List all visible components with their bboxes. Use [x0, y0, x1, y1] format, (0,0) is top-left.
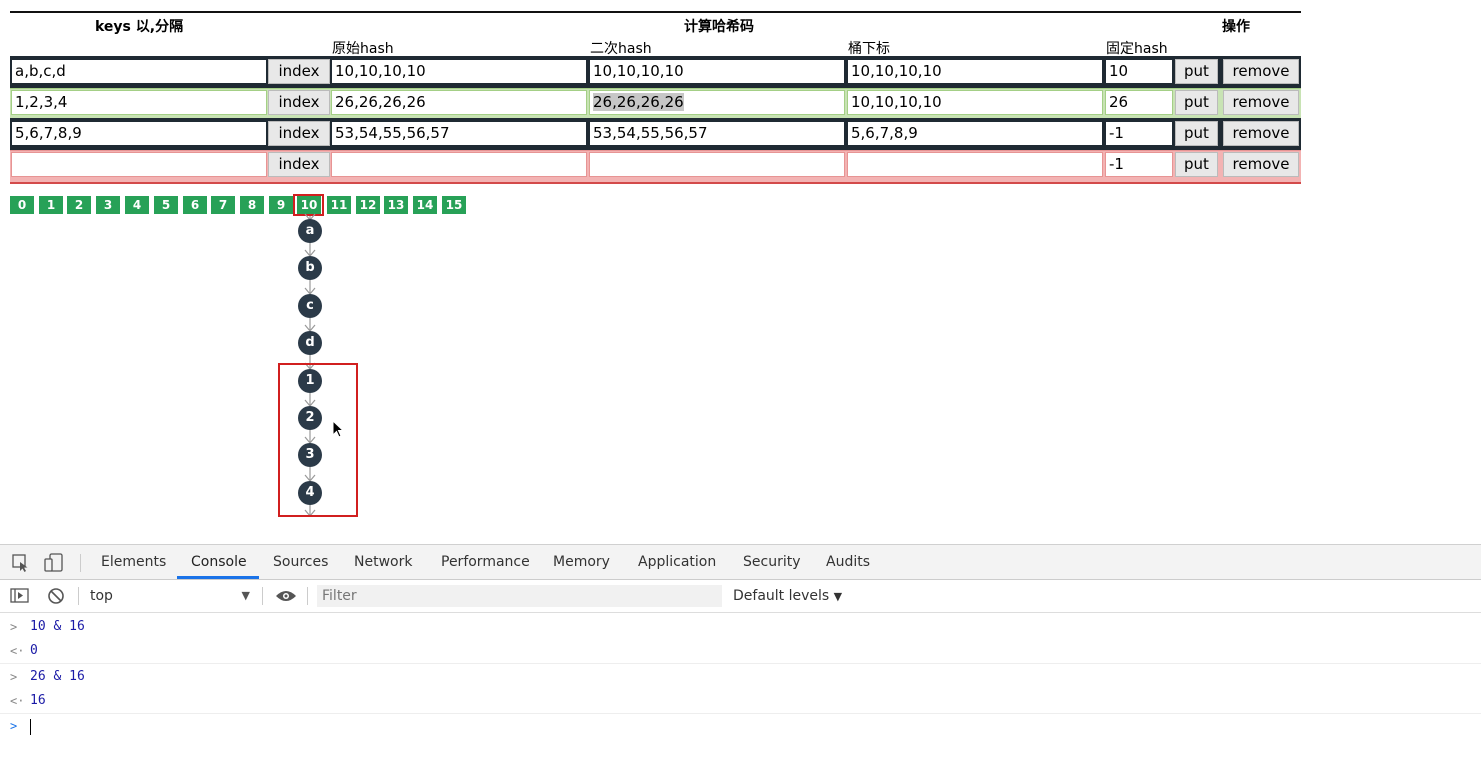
device-toolbar-icon[interactable]: [44, 553, 66, 573]
remove-button[interactable]: remove: [1223, 90, 1299, 115]
put-button[interactable]: put: [1175, 90, 1218, 115]
toolbar-divider: [78, 587, 79, 605]
toolbar-divider: [262, 587, 263, 605]
chain-node-b: b: [298, 256, 322, 280]
put-button[interactable]: put: [1175, 59, 1218, 84]
remove-button[interactable]: remove: [1223, 121, 1299, 146]
chain-node-a: a: [298, 219, 322, 243]
toolbar-divider: [80, 554, 81, 572]
console-input-line: > 26 & 16: [0, 665, 1481, 689]
console-prompt-line[interactable]: >: [0, 714, 1481, 738]
prompt-chevron-icon: >: [10, 719, 18, 733]
console-command: 26 & 16: [30, 669, 85, 684]
show-sidebar-icon[interactable]: [10, 588, 30, 604]
log-levels-label: Default levels: [733, 588, 830, 604]
bucket-14: 14: [413, 196, 437, 214]
put-button[interactable]: put: [1175, 152, 1218, 177]
tab-application[interactable]: Application: [638, 545, 716, 579]
toolbar-divider: [307, 587, 308, 605]
tab-console[interactable]: Console: [191, 545, 247, 579]
remove-button[interactable]: remove: [1223, 152, 1299, 177]
filter-input[interactable]: Filter: [317, 585, 722, 607]
devtools-tabbar: Elements Console Sources Network Perform…: [0, 545, 1481, 580]
selected-text: 26,26,26,26: [593, 93, 684, 111]
fixed-hash-header: 固定hash: [1106, 41, 1168, 57]
bucket-index-field[interactable]: [847, 152, 1103, 177]
live-expression-eye-icon[interactable]: [275, 589, 297, 603]
hash-demo-page: keys 以,分隔 计算哈希码 操作 原始hash 二次hash 桶下标 固定h…: [0, 0, 1481, 544]
bucket-index-field[interactable]: 5,6,7,8,9: [847, 121, 1103, 146]
second-hash-field[interactable]: 26,26,26,26: [589, 90, 845, 115]
dropdown-arrow-icon: ▼: [833, 590, 843, 603]
fixed-hash-input[interactable]: 10: [1105, 59, 1173, 84]
console-input-line: > 10 & 16: [0, 615, 1481, 639]
tab-performance[interactable]: Performance: [441, 545, 530, 579]
console-result-line: <· 0: [0, 639, 1481, 664]
fixed-hash-input[interactable]: -1: [1105, 152, 1173, 177]
chain-node-c: c: [298, 294, 322, 318]
console-result: 16: [30, 693, 46, 708]
active-tab-indicator: [177, 576, 259, 579]
tab-memory[interactable]: Memory: [553, 545, 610, 579]
result-arrow-icon: <·: [10, 694, 25, 708]
clear-console-icon[interactable]: [47, 587, 65, 605]
bucket-15: 15: [442, 196, 466, 214]
tab-elements[interactable]: Elements: [101, 545, 166, 579]
put-button[interactable]: put: [1175, 121, 1218, 146]
dropdown-arrow-icon: ▼: [241, 589, 250, 602]
chain-highlight-box: [278, 363, 358, 517]
console-command: 10 & 16: [30, 619, 85, 634]
chain-node-d: d: [298, 331, 322, 355]
second-hash-field[interactable]: 53,54,55,56,57: [589, 121, 845, 146]
compute-header: 计算哈希码: [684, 19, 754, 35]
context-value: top: [90, 588, 113, 604]
mouse-cursor-icon: [332, 420, 345, 438]
bucket-index-field[interactable]: 10,10,10,10: [847, 59, 1103, 84]
bucket-index-field[interactable]: 10,10,10,10: [847, 90, 1103, 115]
fixed-hash-input[interactable]: 26: [1105, 90, 1173, 115]
context-select[interactable]: top ▼: [90, 586, 252, 606]
input-chevron-icon: >: [10, 620, 18, 634]
fixed-hash-input[interactable]: -1: [1105, 121, 1173, 146]
devtools-panel: Elements Console Sources Network Perform…: [0, 544, 1481, 769]
tab-sources[interactable]: Sources: [273, 545, 328, 579]
tab-network[interactable]: Network: [354, 545, 412, 579]
remove-button[interactable]: remove: [1223, 59, 1299, 84]
inspect-element-icon[interactable]: [11, 553, 31, 573]
text-caret: [30, 719, 31, 735]
tab-audits[interactable]: Audits: [826, 545, 870, 579]
console-toolbar: top ▼ Filter Default levels ▼: [0, 580, 1481, 613]
tab-security[interactable]: Security: [743, 545, 801, 579]
log-levels-dropdown[interactable]: Default levels ▼: [733, 586, 842, 607]
second-hash-header: 二次hash: [590, 41, 652, 57]
ops-header: 操作: [1222, 19, 1250, 35]
result-arrow-icon: <·: [10, 644, 25, 658]
input-chevron-icon: >: [10, 670, 18, 684]
second-hash-field[interactable]: 10,10,10,10: [589, 59, 845, 84]
second-hash-field[interactable]: [589, 152, 845, 177]
console-result: 0: [30, 643, 38, 658]
console-result-line: <· 16: [0, 689, 1481, 714]
bucket-index-header: 桶下标: [848, 41, 890, 57]
